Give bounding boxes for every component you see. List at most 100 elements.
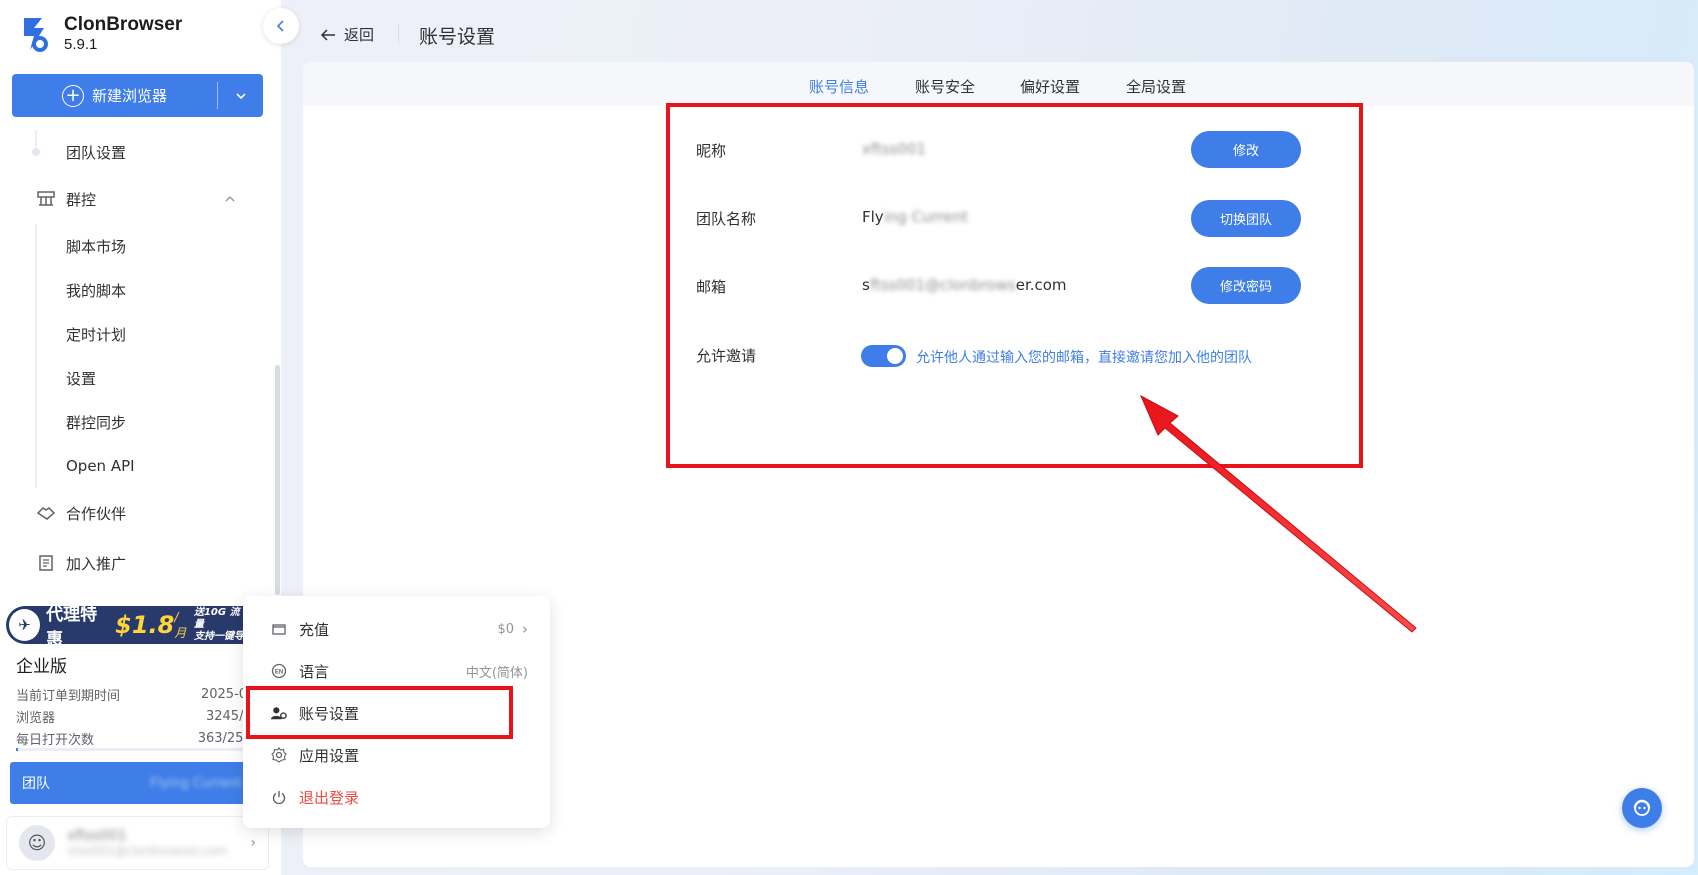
sidebar-scrollbar[interactable] [275,365,280,595]
chevron-down-icon [235,92,246,99]
sidebar-item-my-scripts[interactable]: 我的脚本 [0,268,270,312]
menu-item-value: $0 [497,621,514,637]
allow-invite-toggle[interactable] [861,345,906,367]
support-icon [1633,799,1651,816]
team-name-value: Flying Current [862,208,968,226]
customer-service-button[interactable] [1622,788,1662,828]
svg-text:EN: EN [275,670,283,676]
promo-line2: 支持一键导 [193,631,244,642]
group-control-subitems: 脚本市场 我的脚本 定时计划 设置 群控同步 Open API [0,224,270,488]
team-switcher[interactable]: 团队 Flying Current [10,762,250,804]
chevron-right-icon: › [522,620,528,638]
menu-item-logout[interactable]: 退出登录 [243,776,550,818]
invite-label: 允许邀请 [696,347,757,365]
account-popup-menu: 充值 $0 › EN 语言 中文(简体) 账号设置 应用设置 退出登录 [243,596,550,828]
app-version: 5.9.1 [64,36,98,53]
menu-item-label: 账号设置 [299,704,360,723]
switch-team-button[interactable]: 切换团队 [1191,200,1301,237]
toggle-knob [887,348,903,364]
tab-preferences[interactable]: 偏好设置 [1020,76,1080,97]
new-browser-dropdown[interactable] [218,74,263,117]
sidebar-item-label: Open API [66,457,135,475]
user-name: xftss001 [67,828,127,844]
sidebar-item-script-market[interactable]: 脚本市场 [0,224,270,268]
sidebar-item-label: 我的脚本 [66,281,127,300]
change-password-button[interactable]: 修改密码 [1191,267,1301,304]
plan-row-opens: 每日打开次数 363/2500 [16,727,260,749]
sidebar-item-label: 脚本市场 [66,237,127,256]
sidebar-nav: 团队设置 群控 脚本市场 我的脚本 定时计划 设置 群控同步 Open API … [0,130,270,588]
menu-item-recharge[interactable]: 充值 $0 › [243,608,550,650]
plan-row-expiry: 当前订单到期时间 2025-05- [16,683,260,705]
group-control-icon [36,190,56,208]
email-visible-end: er.com [1015,276,1067,294]
menu-item-account-settings[interactable]: 账号设置 [243,692,550,734]
nickname-label: 昵称 [696,142,727,160]
rocket-icon: ✈ [9,609,41,641]
back-button[interactable]: 返回 [320,24,374,45]
sidebar-item-label: 群控同步 [66,413,127,432]
sidebar-group-control[interactable]: 群控 [0,174,270,224]
email-visible-start: s [862,276,870,294]
sidebar-item-team-settings[interactable]: 团队设置 [0,130,270,174]
chevron-up-icon[interactable] [224,192,236,206]
sidebar-item-sync[interactable]: 群控同步 [0,400,270,444]
menu-item-label: 退出登录 [299,788,360,807]
sidebar-item-label: 团队设置 [66,143,127,162]
header-divider [398,24,399,44]
sidebar-item-partners[interactable]: 合作伙伴 [0,488,270,538]
edit-nickname-button[interactable]: 修改 [1191,131,1301,168]
sidebar-item-label: 定时计划 [66,325,127,344]
wallet-icon [271,621,287,637]
menu-item-label: 充值 [299,620,330,639]
sidebar-item-settings[interactable]: 设置 [0,356,270,400]
collapse-sidebar-button[interactable] [263,8,299,44]
user-info: xftss001 xtss001@clonbrowser.com [67,828,227,858]
menu-item-label: 语言 [299,662,330,681]
sidebar-item-open-api[interactable]: Open API [0,444,270,488]
plan-row-label: 每日打开次数 [16,732,95,748]
promo-unit: /月 [174,609,187,640]
promo-line1: 送10G 流量 [193,607,240,630]
team-name-visible: Fly [862,208,884,226]
tabs-bar [303,62,1694,106]
sidebar-item-schedule[interactable]: 定时计划 [0,312,270,356]
email-hidden: ftss001@clonbrows [869,276,1016,294]
gear-icon [271,747,287,763]
sidebar-item-promotion[interactable]: 加入推广 [0,538,270,588]
tree-dot [32,148,40,156]
new-browser-button[interactable]: + 新建浏览器 [12,74,263,117]
promo-title: 代理特惠 [46,606,98,644]
tab-global-settings[interactable]: 全局设置 [1126,76,1186,97]
new-browser-main[interactable]: + 新建浏览器 [12,74,217,117]
sidebar-item-label: 设置 [66,369,97,388]
sidebar-item-label: 合作伙伴 [66,504,127,523]
clonbrowser-logo-icon [24,18,48,52]
promo-sub: 送10G 流量 支持一键导 [194,607,248,643]
brand: ClonBrowser 5.9.1 [20,14,182,54]
account-settings-icon [271,705,287,721]
new-browser-label: 新建浏览器 [91,87,167,105]
menu-item-label: 应用设置 [299,746,360,765]
page-title: 账号设置 [419,26,496,48]
promo-banner[interactable]: ✈ 代理特惠 $1.8 /月 送10G 流量 支持一键导 [6,606,248,644]
chevron-right-icon: › [250,835,256,851]
invite-description: 允许他人通过输入您的邮箱，直接邀请您加入他的团队 [916,350,1252,366]
team-label: 团队 [22,776,50,792]
email-value: sftss001@clonbrowser.com [862,276,1067,294]
plan-row-browsers: 浏览器 3245/50 [16,705,260,727]
tab-account-security[interactable]: 账号安全 [915,76,975,97]
user-card[interactable]: ☺ xftss001 xtss001@clonbrowser.com › [6,816,269,870]
menu-item-language[interactable]: EN 语言 中文(简体) [243,650,550,692]
back-label: 返回 [344,26,375,44]
chevron-left-icon [276,20,284,32]
nickname-value: xftss001 [862,140,927,158]
avatar: ☺ [19,825,55,861]
team-name-hidden: ing Current [883,208,968,226]
user-email: xtss001@clonbrowser.com [67,844,228,858]
tab-account-info[interactable]: 账号信息 [809,76,869,97]
handshake-icon [36,504,56,522]
email-label: 邮箱 [696,278,727,296]
plan-row-label: 当前订单到期时间 [16,688,121,704]
menu-item-app-settings[interactable]: 应用设置 [243,734,550,776]
